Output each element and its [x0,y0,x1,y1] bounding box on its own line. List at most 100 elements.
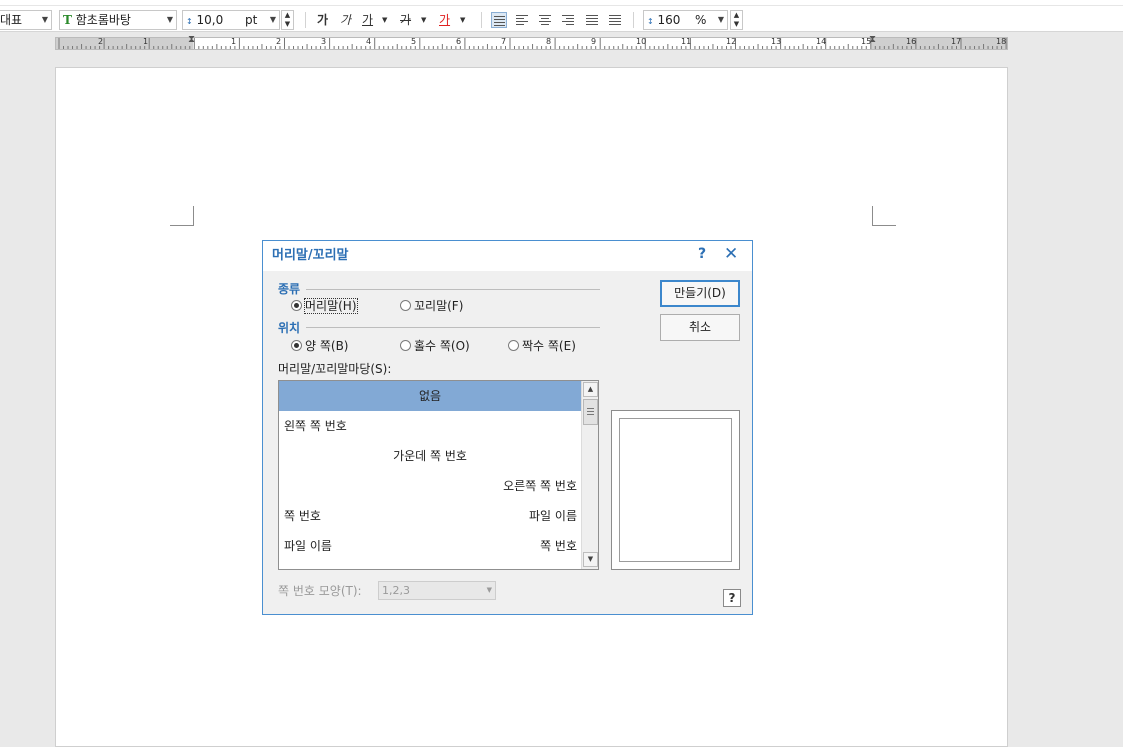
list-item-left: 왼쪽 쪽 번호 [284,419,347,433]
ruler-number: 7 [501,37,507,46]
dialog-title-bar: 머리말/꼬리말 [263,241,752,271]
ruler-number: 16 [906,37,917,46]
font-type-icon: T [63,13,72,27]
ruler-number: 5 [411,37,417,46]
ruler-number: 3 [321,37,327,46]
radio-selected-icon [291,300,302,311]
chevron-down-icon[interactable]: ▼ [421,11,426,29]
align-right-icon[interactable] [560,12,576,28]
strikethrough-button[interactable]: 가 [400,11,411,29]
style-select[interactable]: 대표 ▼ [0,10,52,30]
list-item[interactable]: 가운데 쪽 번호 [279,441,581,471]
header-footer-dialog: 머리말/꼬리말 ? ✕ 종류 머리말(H) 꼬리말(F) 위치 양 쪽(B) 홀… [262,240,753,615]
font-select[interactable]: T 함초롬바탕 ▼ [59,10,177,30]
radio-selected-icon [291,340,302,351]
position-group-label: 위치 [278,321,301,335]
distribute-icon[interactable] [584,12,600,28]
ruler-number: 6 [456,37,462,46]
templates-list[interactable]: 없음 왼쪽 쪽 번호 가운데 쪽 번호 오른쪽 쪽 번호 쪽 번호 파일 이름 … [278,380,599,570]
indent-marker-icon[interactable]: ⧗ [188,34,195,45]
scroll-thumb[interactable] [583,399,598,425]
ruler-number: 13 [771,37,782,46]
radio-even-label: 짝수 쪽(E) [522,339,576,353]
radio-unselected-icon [400,300,411,311]
group-divider [306,327,600,328]
font-size-value: 10,0 [196,13,224,27]
radio-both-pages[interactable]: 양 쪽(B) [291,337,349,354]
align-center-icon[interactable] [537,12,553,28]
radio-unselected-icon [508,340,519,351]
line-spacing-unit: % [695,13,707,27]
align-left-icon[interactable] [514,12,530,28]
chevron-down-icon: ▼ [41,15,48,24]
align-justify-icon[interactable] [491,12,507,28]
underline-button[interactable]: 가 [362,11,373,29]
list-item-right: 오른쪽 쪽 번호 [503,479,577,493]
font-size-select[interactable]: ↕ 10,0 pt ▼ [182,10,280,30]
ruler-number: 12 [726,37,737,46]
preview-page [619,418,732,562]
list-item-right: 파일 이름 [529,509,577,523]
list-scrollbar[interactable]: ▲ ▼ [581,381,598,569]
cancel-button[interactable]: 취소 [660,314,740,341]
list-item[interactable]: 없음 [279,381,581,411]
ruler-number: 10 [636,37,647,46]
chevron-down-icon: ▼ [717,15,724,24]
text-color-button[interactable]: 가 [439,11,450,29]
chevron-down-icon[interactable]: ▼ [382,11,387,29]
list-item[interactable]: 오른쪽 쪽 번호 [279,471,581,501]
dialog-title: 머리말/꼬리말 [272,248,349,263]
list-item-center: 없음 [418,389,442,403]
chevron-down-icon[interactable]: ▼ [460,11,465,29]
help-button[interactable]: ? [723,589,741,607]
scroll-up-icon[interactable]: ▲ [583,382,598,397]
chevron-down-icon: ▼ [486,586,492,594]
preview-pane [611,410,740,570]
ruler-number: 14 [816,37,827,46]
style-value: 대표 [0,13,23,27]
toolbar-top-strip [0,0,1123,6]
scroll-down-icon[interactable]: ▼ [583,552,598,567]
font-size-icon: ↕ [186,17,193,26]
page-number-format-select[interactable]: 1,2,3 ▼ [378,581,496,600]
toolbar-separator [633,12,634,28]
toolbar-separator [305,12,306,28]
help-icon[interactable]: ? [698,246,706,262]
toolbar-separator [481,12,482,28]
line-spacing-stepper[interactable]: ▲ ▼ [730,10,743,30]
bold-button[interactable]: 가 [317,11,328,29]
line-spacing-value: 160 [657,13,681,27]
chevron-down-icon: ▼ [166,15,173,24]
ruler-number: 18 [996,37,1007,46]
line-spacing-select[interactable]: ↕ 160 % ▼ [643,10,728,30]
close-icon[interactable]: ✕ [724,244,738,264]
page-corner-mark-left [170,206,194,226]
list-item[interactable]: 왼쪽 쪽 번호 [279,411,581,441]
page-corner-mark-right [872,206,896,226]
italic-button[interactable]: 가 [340,11,351,29]
list-item[interactable]: 쪽 번호 파일 이름 [279,501,581,531]
list-item-left: 쪽 번호 [284,509,321,523]
ruler-number: 1 [143,37,149,46]
font-size-unit: pt [245,13,258,27]
type-group-label: 종류 [278,282,301,296]
radio-even-pages[interactable]: 짝수 쪽(E) [508,337,576,354]
font-size-stepper[interactable]: ▲ ▼ [281,10,294,30]
list-item[interactable]: 파일 이름 쪽 번호 [279,531,581,561]
radio-footer[interactable]: 꼬리말(F) [400,297,463,314]
formatting-toolbar: 대표 ▼ T 함초롬바탕 ▼ ↕ 10,0 pt ▼ ▲ ▼ 가 가 가 ▼ 가 … [0,0,1123,32]
radio-header[interactable]: 머리말(H) [291,297,358,314]
horizontal-ruler[interactable]: 2 1 1 2 3 4 5 6 7 8 9 10 11 12 13 14 15 16 17 18 ⧗ ⧗ [55,34,1008,50]
divide-icon[interactable] [607,12,623,28]
templates-label: 머리말/꼬리말마당(S): [278,362,392,376]
create-button[interactable]: 만들기(D) [660,280,740,307]
radio-odd-pages[interactable]: 홀수 쪽(O) [400,337,470,354]
ruler-number: 2 [98,37,104,46]
ruler-number: 9 [591,37,597,46]
right-indent-marker-icon[interactable]: ⧗ [869,34,876,45]
radio-footer-label: 꼬리말(F) [414,299,464,313]
ruler-number: 1 [231,37,237,46]
radio-header-label: 머리말(H) [304,298,358,314]
page-number-format-value: 1,2,3 [382,584,410,597]
chevron-down-icon: ▼ [269,15,276,24]
